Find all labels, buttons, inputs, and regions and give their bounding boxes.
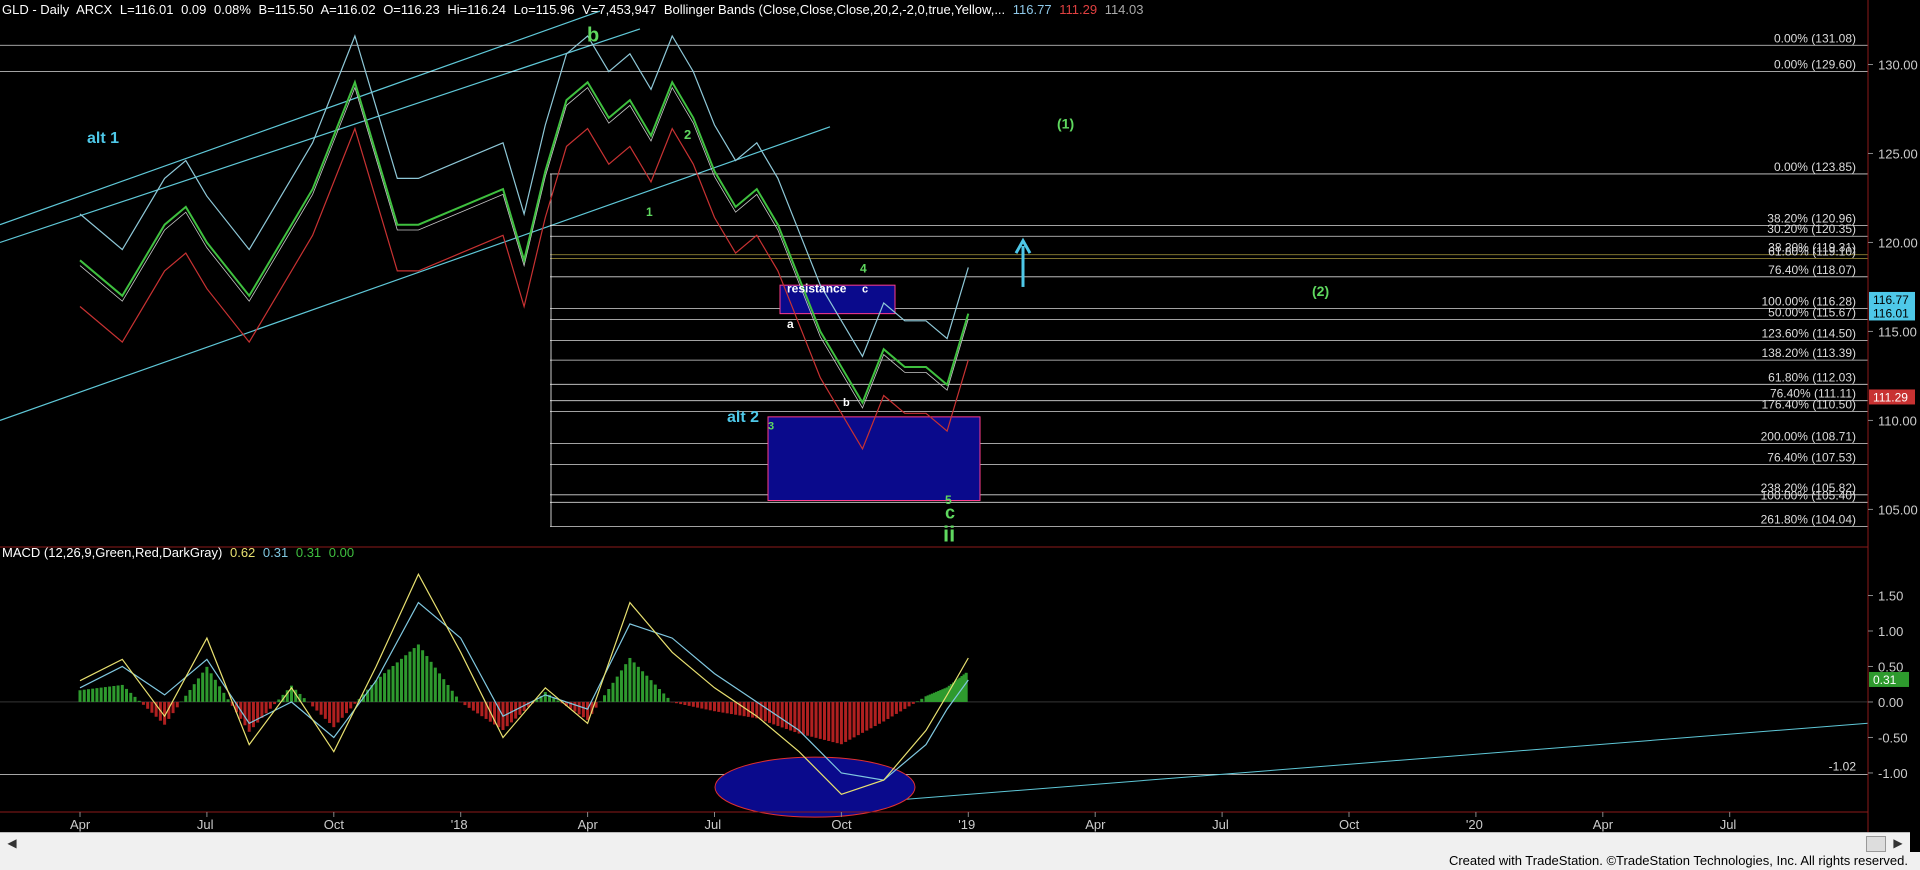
wave-label: 1 <box>646 205 653 219</box>
x-tick-label: Apr <box>70 817 91 832</box>
macd-tick-label: -1.00 <box>1878 766 1908 781</box>
fib-label: 0.00% (129.60) <box>1774 58 1856 72</box>
macd-value-tag-label: 0.31 <box>1873 673 1897 687</box>
price-tick-label: 115.00 <box>1878 324 1917 339</box>
wave-label: 2 <box>684 127 691 142</box>
wave-label: b <box>587 24 599 46</box>
wave-label: c <box>862 283 868 295</box>
scroll-thumb[interactable] <box>1866 836 1886 852</box>
wave-label: alt 2 <box>727 409 759 426</box>
x-tick-label: Oct <box>324 817 345 832</box>
x-tick-label: '20 <box>1466 817 1483 832</box>
wave-label: 3 <box>768 420 774 432</box>
macd-label: MACD (12,26,9,Green,Red,DarkGray) <box>2 545 223 560</box>
x-tick-label: Oct <box>1339 817 1360 832</box>
price-tick-label: 130.00 <box>1878 57 1918 72</box>
x-tick-label: Jul <box>705 817 722 832</box>
bb-upper-value: 116.77 <box>1012 2 1052 17</box>
price-tick-label: 105.00 <box>1878 502 1918 517</box>
wave-label: 4 <box>860 262 867 276</box>
macd-level-label: -1.02 <box>1829 759 1857 773</box>
macd-tick-label: 1.50 <box>1878 588 1903 603</box>
open-value: O=116.23 <box>383 2 440 17</box>
price-tag-label: 111.29 <box>1873 390 1908 404</box>
macd-oval <box>714 756 916 818</box>
scroll-left-icon[interactable]: ◀ <box>4 835 20 851</box>
wave-label: ii <box>943 521 955 546</box>
x-tick-label: Jul <box>197 817 214 832</box>
fib-label: 176.40% (110.50) <box>1761 398 1856 412</box>
indicator-label: Bollinger Bands (Close,Close,Close,20,2,… <box>663 2 1006 17</box>
wave-label: alt 1 <box>87 130 119 147</box>
x-tick-label: Apr <box>1085 817 1106 832</box>
price-tag-label: 116.01 <box>1873 306 1909 320</box>
fib-label: 76.40% (107.53) <box>1767 450 1856 464</box>
x-tick-label: Apr <box>578 817 599 832</box>
volume-value: V=7,453,947 <box>582 2 657 17</box>
change-percent: 0.08% <box>214 2 251 17</box>
macd-tick-label: 1.00 <box>1878 624 1903 639</box>
wave-label: a <box>787 317 794 331</box>
macd-tick-label: -0.50 <box>1878 730 1908 745</box>
copyright-footer: Created with TradeStation. ©TradeStation… <box>1444 853 1912 868</box>
fib-label: 61.80% (112.03) <box>1768 370 1856 384</box>
low-value: Lo=115.96 <box>513 2 575 17</box>
x-tick-label: Jul <box>1720 817 1737 832</box>
exchange-label: ARCX <box>76 2 113 17</box>
fib-label: 61.80% (119.10) <box>1768 244 1856 258</box>
fib-label: 30.20% (120.35) <box>1767 222 1856 236</box>
wave-label: (2) <box>1312 283 1329 299</box>
price-tick-label: 110.00 <box>1878 413 1917 428</box>
macd-header: MACD (12,26,9,Green,Red,DarkGray) 0.62 0… <box>2 545 358 560</box>
fib-label: 0.00% (123.85) <box>1774 160 1856 174</box>
change-value: 0.09 <box>181 2 207 17</box>
bb-lower-value: 111.29 <box>1059 2 1098 17</box>
fib-label: 138.20% (113.39) <box>1761 346 1856 360</box>
fib-label: 50.00% (115.67) <box>1768 306 1856 320</box>
x-tick-label: '19 <box>958 817 975 832</box>
fib-label: 200.00% (108.71) <box>1761 429 1856 443</box>
price-tick-label: 125.00 <box>1878 146 1918 161</box>
price-tick-label: 120.00 <box>1878 235 1918 250</box>
fib-label: 100.00% (105.40) <box>1761 488 1856 502</box>
chart-canvas: 0.00% (131.08) 0.00% (129.60) 0.00% (123.8… <box>0 0 1920 870</box>
wave-label: c <box>945 502 955 522</box>
x-tick-label: Jul <box>1212 817 1229 832</box>
high-value: Hi=116.24 <box>447 2 506 17</box>
wave-label: (1) <box>1057 116 1074 132</box>
x-tick-label: Oct <box>831 817 852 832</box>
macd-value-3: 0.31 <box>295 545 322 560</box>
macd-value-1: 0.62 <box>229 545 256 560</box>
scroll-right-icon[interactable]: ▶ <box>1890 835 1906 851</box>
macd-tick-label: 0.00 <box>1878 695 1903 710</box>
fib-label: 76.40% (118.07) <box>1768 263 1856 277</box>
bb-mid-value: 114.03 <box>1104 2 1144 17</box>
fib-label: 123.60% (114.50) <box>1761 326 1856 340</box>
bid-value: B=115.50 <box>258 2 314 17</box>
price-tag-label: 116.77 <box>1873 293 1909 307</box>
macd-value-2: 0.31 <box>262 545 289 560</box>
wave-label: b <box>843 397 850 409</box>
macd-value-4: 0.00 <box>328 545 355 560</box>
fib-label: 261.80% (104.04) <box>1761 512 1856 526</box>
chart-header: GLD - Daily ARCX L=116.01 0.09 0.08% B=1… <box>2 2 1147 17</box>
symbol-label: GLD - Daily <box>2 2 70 17</box>
ask-value: A=116.02 <box>320 2 376 17</box>
wave-label: resistance <box>787 281 847 295</box>
horizontal-scrollbar[interactable]: ◀ ▶ <box>0 832 1910 853</box>
x-tick-label: '18 <box>451 817 468 832</box>
fib-label: 0.00% (131.08) <box>1774 31 1856 45</box>
last-price: L=116.01 <box>119 2 174 17</box>
x-tick-label: Apr <box>1593 817 1614 832</box>
